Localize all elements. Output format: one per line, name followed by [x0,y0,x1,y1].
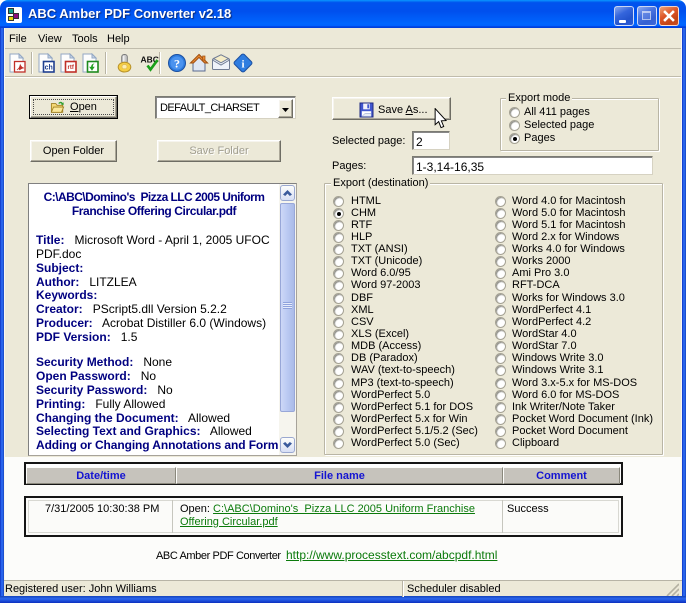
svg-text:ch: ch [45,65,53,72]
svg-text:?: ? [174,57,180,71]
svg-text:i: i [241,59,244,71]
svg-text:rtf: rtf [68,65,75,71]
